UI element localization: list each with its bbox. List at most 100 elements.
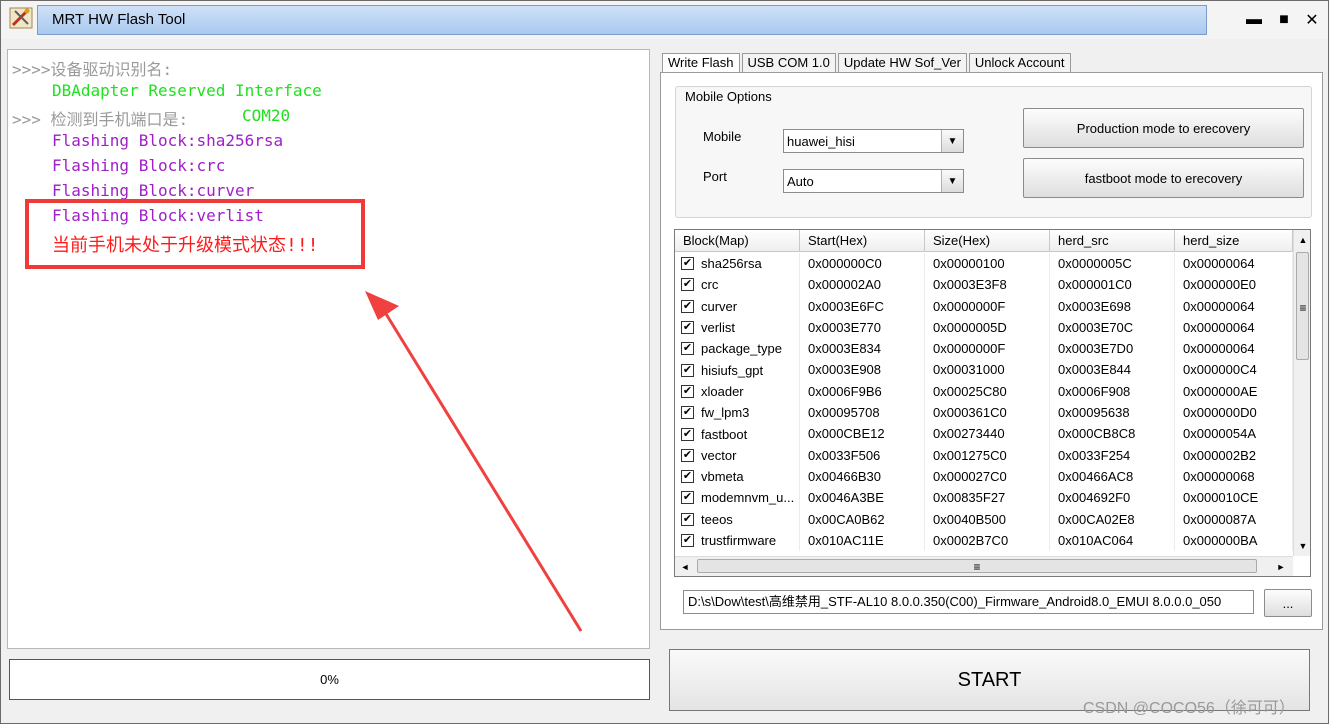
table-cell: 0x000000C4 bbox=[1175, 359, 1293, 381]
browse-button[interactable]: ... bbox=[1264, 589, 1312, 617]
table-cell: 0x0000000F bbox=[925, 338, 1050, 360]
mobile-label: Mobile bbox=[703, 129, 742, 144]
app-tools-icon bbox=[9, 7, 33, 29]
row-checkbox[interactable]: ✔ bbox=[681, 299, 694, 313]
scroll-up-icon[interactable]: ▲ bbox=[1295, 232, 1310, 248]
firmware-path-input[interactable]: D:\s\Dow\test\高维禁用_STF-AL10 8.0.0.350(C0… bbox=[683, 590, 1254, 614]
row-checkbox[interactable]: ✔ bbox=[681, 342, 694, 356]
block-name: hisiufs_gpt bbox=[701, 362, 764, 378]
log-line: Flashing Block:crc bbox=[52, 156, 226, 175]
table-cell: 0x000000BA bbox=[1175, 529, 1293, 552]
tab-unlock-account[interactable]: Unlock Account bbox=[968, 53, 1071, 73]
table-cell: 0x000000D0 bbox=[1175, 402, 1293, 424]
table-body: ✔ sha256rsa 0x000000C0 0x00000100 0x0000005C… bbox=[675, 253, 1293, 552]
chevron-down-icon[interactable]: ▼ bbox=[941, 170, 963, 192]
block-name-cell: ✔ fw_lpm3 bbox=[675, 402, 800, 424]
fastboot-mode-button[interactable]: fastboot mode to erecovery bbox=[1023, 158, 1304, 198]
row-checkbox[interactable]: ✔ bbox=[681, 427, 694, 441]
table-cell: 0x00000064 bbox=[1175, 316, 1293, 339]
minimize-button[interactable]: ▬ bbox=[1241, 7, 1267, 33]
vertical-scrollbar[interactable]: ▲ ≡ ▼ bbox=[1293, 230, 1310, 556]
row-checkbox[interactable]: ✔ bbox=[681, 321, 694, 335]
log-line: >>>>设备驱动识别名: bbox=[12, 60, 173, 79]
mobile-select-value: huawei_hisi bbox=[787, 134, 855, 149]
column-header-herd-size[interactable]: herd_size bbox=[1175, 230, 1293, 252]
table-cell: 0x0006F908 bbox=[1050, 380, 1175, 403]
port-select[interactable]: Auto ▼ bbox=[783, 169, 964, 193]
table-cell: 0x00095708 bbox=[800, 402, 925, 424]
block-name-cell: ✔ package_type bbox=[675, 338, 800, 360]
table-row[interactable]: ✔ modemnvm_u... 0x0046A3BE 0x00835F27 0x0046… bbox=[675, 487, 1293, 509]
row-checkbox[interactable]: ✔ bbox=[681, 363, 694, 377]
tab-usb-com[interactable]: USB COM 1.0 bbox=[741, 53, 836, 73]
block-name-cell: ✔ vector bbox=[675, 444, 800, 466]
row-checkbox[interactable]: ✔ bbox=[681, 448, 694, 462]
scroll-grip-icon: ≡ bbox=[973, 560, 981, 574]
row-checkbox[interactable]: ✔ bbox=[681, 406, 694, 420]
table-row[interactable]: ✔ crc 0x000002A0 0x0003E3F8 0x000001C0 0x0000… bbox=[675, 274, 1293, 296]
block-name: trustfirmware bbox=[701, 533, 777, 548]
table-cell: 0x000001C0 bbox=[1050, 274, 1175, 296]
table-row[interactable]: ✔ curver 0x0003E6FC 0x0000000F 0x0003E698 0x0… bbox=[675, 295, 1293, 317]
chevron-down-icon[interactable]: ▼ bbox=[941, 130, 963, 152]
row-checkbox[interactable]: ✔ bbox=[681, 534, 694, 547]
column-header-herd-src[interactable]: herd_src bbox=[1050, 230, 1175, 252]
progress-bar: 0% bbox=[9, 659, 650, 700]
block-name-cell: ✔ curver bbox=[675, 295, 800, 317]
log-line: Flashing Block:curver bbox=[52, 181, 255, 200]
table-row[interactable]: ✔ xloader 0x0006F9B6 0x00025C80 0x0006F908 0x… bbox=[675, 380, 1293, 403]
tab-strip: Write Flash USB COM 1.0 Update HW Sof_Ve… bbox=[662, 53, 1073, 74]
table-row[interactable]: ✔ sha256rsa 0x000000C0 0x00000100 0x0000005C… bbox=[675, 253, 1293, 275]
tab-write-flash[interactable]: Write Flash bbox=[662, 53, 740, 74]
close-button[interactable]: ✕ bbox=[1299, 7, 1325, 33]
block-name: fastboot bbox=[701, 426, 748, 442]
scroll-right-icon[interactable]: ► bbox=[1273, 559, 1289, 575]
table-row[interactable]: ✔ fastboot 0x000CBE12 0x00273440 0x000CB8C8 0… bbox=[675, 423, 1293, 445]
horizontal-scrollbar[interactable]: ◄ ≡ ► bbox=[675, 556, 1293, 576]
table-cell: 0x000000AE bbox=[1175, 380, 1293, 403]
block-name-cell: ✔ teeos bbox=[675, 508, 800, 530]
table-row[interactable]: ✔ vbmeta 0x00466B30 0x000027C0 0x00466AC8 0x0… bbox=[675, 465, 1293, 488]
table-row[interactable]: ✔ fw_lpm3 0x00095708 0x000361C0 0x00095638 0x… bbox=[675, 402, 1293, 424]
table-cell: 0x000000E0 bbox=[1175, 274, 1293, 296]
table-cell: 0x0003E908 bbox=[800, 359, 925, 381]
row-checkbox[interactable]: ✔ bbox=[681, 257, 694, 271]
block-name-cell: ✔ hisiufs_gpt bbox=[675, 359, 800, 381]
title-bar[interactable]: MRT HW Flash Tool ▬ ■ ✕ bbox=[1, 1, 1328, 39]
log-output[interactable]: >>>>设备驱动识别名: DBAdapter Reserved Interfac… bbox=[7, 49, 650, 649]
row-checkbox[interactable]: ✔ bbox=[681, 384, 694, 398]
table-row[interactable]: ✔ vector 0x0033F506 0x001275C0 0x0033F254 0x0… bbox=[675, 444, 1293, 466]
row-checkbox[interactable]: ✔ bbox=[681, 470, 694, 484]
table-cell: 0x00025C80 bbox=[925, 380, 1050, 403]
tab-update-hw-sof-ver[interactable]: Update HW Sof_Ver bbox=[837, 53, 967, 73]
row-checkbox[interactable]: ✔ bbox=[681, 491, 694, 505]
maximize-button[interactable]: ■ bbox=[1271, 7, 1297, 33]
block-name-cell: ✔ xloader bbox=[675, 380, 800, 403]
block-map-table[interactable]: Block(Map) Start(Hex) Size(Hex) herd_src… bbox=[674, 229, 1311, 577]
mobile-select[interactable]: huawei_hisi ▼ bbox=[783, 129, 964, 153]
column-header-block-map[interactable]: Block(Map) bbox=[675, 230, 800, 252]
table-cell: 0x000CB8C8 bbox=[1050, 423, 1175, 445]
row-checkbox[interactable]: ✔ bbox=[681, 512, 694, 526]
block-name: xloader bbox=[701, 383, 744, 399]
table-cell: 0x000CBE12 bbox=[800, 423, 925, 445]
table-row[interactable]: ✔ verlist 0x0003E770 0x0000005D 0x0003E70C 0x… bbox=[675, 316, 1293, 339]
block-name-cell: ✔ modemnvm_u... bbox=[675, 487, 800, 509]
table-cell: 0x00273440 bbox=[925, 423, 1050, 445]
table-row[interactable]: ✔ trustfirmware 0x010AC11E 0x0002B7C0 0x010A… bbox=[675, 529, 1293, 552]
table-row[interactable]: ✔ package_type 0x0003E834 0x0000000F 0x0003E… bbox=[675, 338, 1293, 360]
scroll-left-icon[interactable]: ◄ bbox=[677, 559, 693, 575]
table-row[interactable]: ✔ teeos 0x00CA0B62 0x0040B500 0x00CA02E8 0x00… bbox=[675, 508, 1293, 530]
table-cell: 0x0006F9B6 bbox=[800, 380, 925, 403]
row-checkbox[interactable]: ✔ bbox=[681, 278, 694, 292]
table-cell: 0x0033F506 bbox=[800, 444, 925, 466]
table-row[interactable]: ✔ hisiufs_gpt 0x0003E908 0x00031000 0x0003E8… bbox=[675, 359, 1293, 381]
production-mode-button[interactable]: Production mode to erecovery bbox=[1023, 108, 1304, 148]
log-line: >>> 检测到手机端口是: bbox=[12, 110, 189, 129]
scroll-down-icon[interactable]: ▼ bbox=[1295, 538, 1310, 554]
table-cell: 0x00031000 bbox=[925, 359, 1050, 381]
table-cell: 0x0003E7D0 bbox=[1050, 338, 1175, 360]
column-header-start[interactable]: Start(Hex) bbox=[800, 230, 925, 252]
table-cell: 0x004692F0 bbox=[1050, 487, 1175, 509]
column-header-size[interactable]: Size(Hex) bbox=[925, 230, 1050, 252]
